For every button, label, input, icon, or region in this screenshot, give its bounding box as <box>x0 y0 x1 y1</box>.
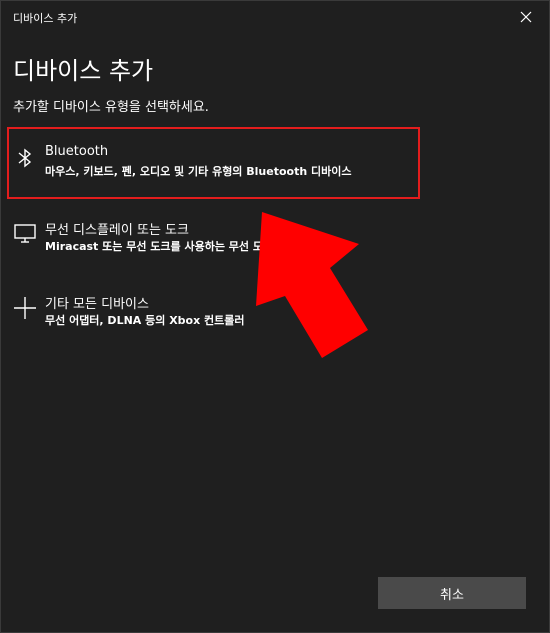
option-bluetooth-desc: 마우스, 키보드, 펜, 오디오 및 기타 유형의 Bluetooth 디바이스 <box>45 165 352 178</box>
option-wireless-display-title: 무선 디스플레이 또는 도크 <box>45 223 189 238</box>
plus-icon <box>14 297 36 319</box>
cancel-button[interactable]: 취소 <box>378 577 526 609</box>
close-button[interactable] <box>503 1 549 33</box>
add-device-window: 디바이스 추가 디바이스 추가 추가할 디바이스 유형을 선택하세요. Blue… <box>0 0 550 633</box>
option-bluetooth-title: Bluetooth <box>45 144 109 159</box>
option-other-devices-title: 기타 모든 디바이스 <box>45 297 149 312</box>
bluetooth-icon <box>18 148 32 168</box>
option-other-devices-desc: 무선 어댑터, DLNA 등의 Xbox 컨트롤러 <box>45 314 245 327</box>
window-title: 디바이스 추가 <box>13 12 78 25</box>
close-icon <box>520 11 532 23</box>
option-wireless-display-desc: Miracast 또는 무선 도크를 사용하는 무선 모니터, TV 또는 PC <box>45 240 352 253</box>
monitor-icon <box>14 224 36 243</box>
option-wireless-display[interactable]: 무선 디스플레이 또는 도크 Miracast 또는 무선 도크를 사용하는 무… <box>7 201 420 273</box>
option-other-devices[interactable]: 기타 모든 디바이스 무선 어댑터, DLNA 등의 Xbox 컨트롤러 <box>7 275 420 347</box>
page-heading: 디바이스 추가 <box>13 57 154 85</box>
option-bluetooth[interactable]: Bluetooth 마우스, 키보드, 펜, 오디오 및 기타 유형의 Blue… <box>7 127 420 199</box>
title-bar: 디바이스 추가 <box>1 1 549 33</box>
page-subtitle: 추가할 디바이스 유형을 선택하세요. <box>13 100 209 115</box>
